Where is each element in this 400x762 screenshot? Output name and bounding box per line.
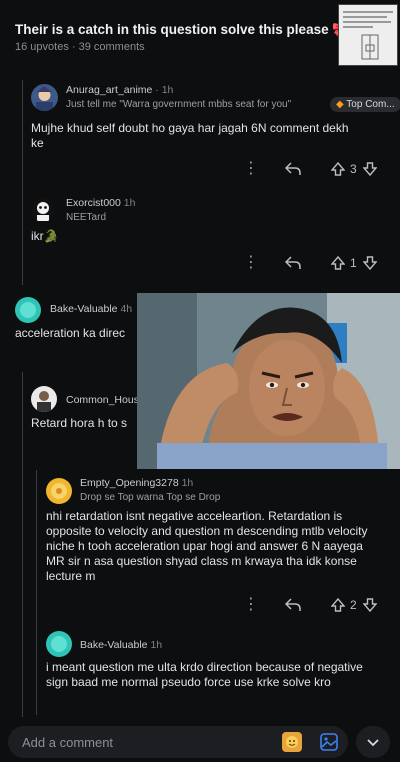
top-commenter-badge: ◆ Top Com... (330, 97, 400, 112)
more-icon[interactable]: ⋮ (243, 161, 259, 177)
comment-actions: 1 (285, 254, 395, 274)
emoji-icon[interactable] (282, 732, 302, 752)
reply-icon[interactable] (285, 162, 301, 176)
upvote-icon[interactable] (331, 162, 345, 176)
meme-image (137, 293, 400, 469)
comment-text: nhi retardation isnt negative accelearti… (46, 509, 368, 583)
add-comment-box[interactable] (8, 726, 348, 758)
avatar[interactable] (46, 478, 72, 504)
comment-text: Mujhe khud self doubt ho gaya har jagah … (31, 121, 349, 150)
comment-text: i meant question me ulta krdo direction … (46, 660, 363, 689)
comment-actions: 3 (285, 160, 395, 180)
user-flair: NEETard (66, 212, 107, 223)
more-icon[interactable]: ⋮ (243, 255, 259, 271)
vote-count: 2 (350, 598, 357, 612)
vote-count: 1 (350, 256, 357, 270)
comment-username[interactable]: Common_Hous (66, 394, 138, 406)
comment-username[interactable]: Bake-Valuable 4h (50, 303, 132, 315)
post-meta: 16 upvotes · 39 comments (15, 41, 145, 53)
post-thumbnail[interactable] (338, 4, 398, 66)
add-comment-input[interactable] (22, 733, 262, 751)
post-header: Their is a catch in this question solve … (0, 0, 400, 66)
upvote-icon[interactable] (331, 598, 345, 612)
downvote-icon[interactable] (363, 162, 377, 176)
upvote-icon[interactable] (331, 256, 345, 270)
reply-icon[interactable] (285, 256, 301, 270)
avatar[interactable] (31, 84, 58, 111)
more-icon[interactable]: ⋮ (243, 597, 259, 613)
comment-text: ikr🐊 (31, 229, 59, 243)
comment-text: acceleration ka direc (15, 326, 126, 340)
meme-picture (137, 293, 400, 469)
comment-username[interactable]: Exorcist000 1h (66, 197, 135, 209)
avatar[interactable] (15, 297, 41, 323)
user-flair: Just tell me "Warra government mbbs seat… (66, 99, 292, 110)
reply-icon[interactable] (285, 598, 301, 612)
user-flair: Drop se Top warna Top se Drop (80, 492, 221, 503)
chevron-down-icon (367, 739, 379, 747)
downvote-icon[interactable] (363, 598, 377, 612)
collapse-button[interactable] (356, 726, 390, 758)
comment-composer (0, 722, 400, 762)
comment-username[interactable]: Bake-Valuable 1h (80, 639, 162, 651)
comment-text: Retard hora h to s (31, 416, 128, 430)
post-title: Their is a catch in this question solve … (15, 22, 350, 37)
comment-username[interactable]: Empty_Opening3278 1h (80, 477, 193, 489)
comment-username[interactable]: Anurag_art_anime · 1h (66, 84, 173, 96)
comment-actions: 2 (285, 596, 395, 616)
downvote-icon[interactable] (363, 256, 377, 270)
avatar[interactable] (31, 198, 55, 222)
image-icon[interactable] (320, 733, 338, 751)
vote-count: 3 (350, 162, 357, 176)
avatar[interactable] (31, 386, 57, 412)
avatar[interactable] (46, 631, 72, 657)
